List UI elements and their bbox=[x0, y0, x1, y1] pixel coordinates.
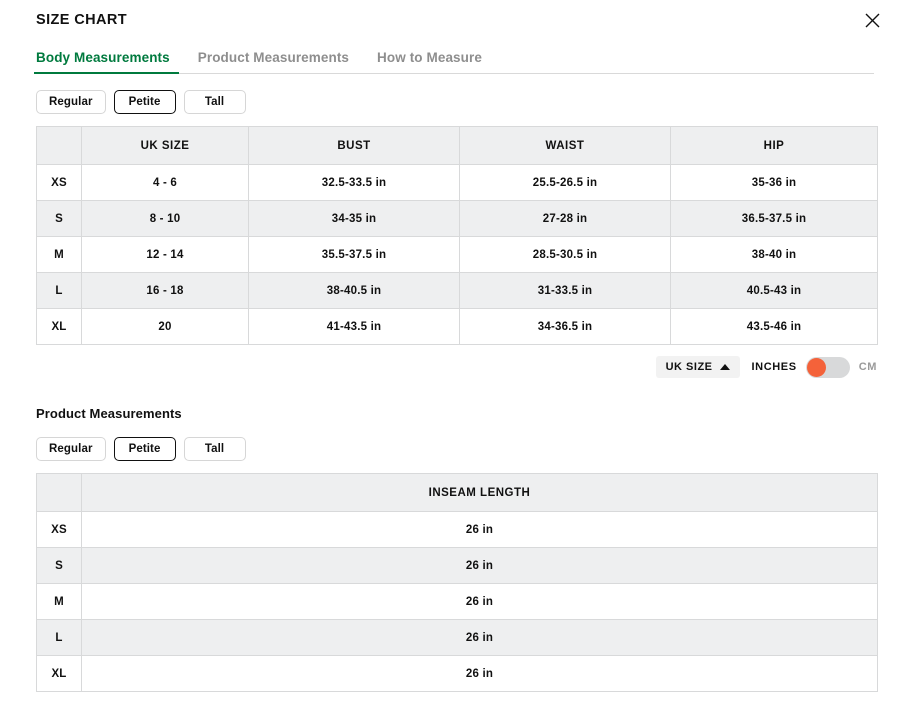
cell-size: S bbox=[36, 200, 82, 237]
product-measurements-table-wrap: INSEAM LENGTH XS 26 in S 26 in M 26 in L bbox=[36, 473, 878, 692]
cell-inseam: 26 in bbox=[81, 583, 878, 620]
table-header-row: UK SIZE BUST WAIST HIP bbox=[36, 126, 878, 165]
table-row: M 26 in bbox=[36, 583, 878, 620]
cell-waist: 28.5-30.5 in bbox=[459, 236, 671, 273]
column-header-blank bbox=[36, 473, 82, 512]
tab-product-measurements[interactable]: Product Measurements bbox=[184, 50, 363, 73]
cell-waist: 25.5-26.5 in bbox=[459, 164, 671, 201]
cell-size: M bbox=[36, 583, 82, 620]
table-row: XL 20 41-43.5 in 34-36.5 in 43.5-46 in bbox=[36, 308, 878, 345]
cell-size: XS bbox=[36, 511, 82, 548]
cell-hip: 43.5-46 in bbox=[670, 308, 878, 345]
cell-waist: 34-36.5 in bbox=[459, 308, 671, 345]
size-system-dropdown[interactable]: UK SIZE bbox=[655, 356, 740, 378]
page-title: SIZE CHART bbox=[36, 12, 127, 28]
cell-inseam: 26 in bbox=[81, 547, 878, 584]
close-icon-glyph bbox=[865, 13, 879, 27]
cell-uk-size: 12 - 14 bbox=[81, 236, 249, 273]
table-row: S 26 in bbox=[36, 547, 878, 584]
table-row: L 26 in bbox=[36, 619, 878, 656]
cell-uk-size: 16 - 18 bbox=[81, 272, 249, 309]
unit-label-inches: INCHES bbox=[751, 361, 797, 373]
table-row: M 12 - 14 35.5-37.5 in 28.5-30.5 in 38-4… bbox=[36, 236, 878, 273]
product-measurements-heading: Product Measurements bbox=[36, 406, 182, 421]
measurement-controls: UK SIZE INCHES CM bbox=[0, 354, 877, 380]
cell-inseam: 26 in bbox=[81, 511, 878, 548]
toggle-knob bbox=[806, 357, 826, 377]
table-body: XS 26 in S 26 in M 26 in L 26 in XL 26 i… bbox=[36, 511, 878, 692]
tab-how-to-measure[interactable]: How to Measure bbox=[363, 50, 496, 73]
table-row: L 16 - 18 38-40.5 in 31-33.5 in 40.5-43 … bbox=[36, 272, 878, 309]
product-fit-option-regular[interactable]: Regular bbox=[36, 437, 106, 461]
column-header-blank bbox=[36, 126, 82, 165]
table-body: XS 4 - 6 32.5-33.5 in 25.5-26.5 in 35-36… bbox=[36, 164, 878, 345]
cell-inseam: 26 in bbox=[81, 655, 878, 692]
cell-size: XS bbox=[36, 164, 82, 201]
cell-hip: 38-40 in bbox=[670, 236, 878, 273]
cell-size: M bbox=[36, 236, 82, 273]
size-system-label: UK SIZE bbox=[665, 361, 713, 373]
size-chart-modal: SIZE CHART Body Measurements Product Mea… bbox=[0, 0, 910, 719]
cell-inseam: 26 in bbox=[81, 619, 878, 656]
body-measurements-table-wrap: UK SIZE BUST WAIST HIP XS 4 - 6 32.5-33.… bbox=[36, 126, 878, 345]
column-header-bust: BUST bbox=[248, 126, 460, 165]
cell-waist: 31-33.5 in bbox=[459, 272, 671, 309]
column-header-inseam-length: INSEAM LENGTH bbox=[81, 473, 878, 512]
fit-option-tall[interactable]: Tall bbox=[183, 90, 246, 114]
table-row: XS 26 in bbox=[36, 511, 878, 548]
table-row: XL 26 in bbox=[36, 655, 878, 692]
cell-bust: 34-35 in bbox=[248, 200, 460, 237]
cell-bust: 35.5-37.5 in bbox=[248, 236, 460, 273]
table-head: INSEAM LENGTH bbox=[36, 473, 878, 512]
modal-header: SIZE CHART bbox=[0, 0, 910, 38]
fit-option-regular[interactable]: Regular bbox=[36, 90, 106, 114]
table-row: S 8 - 10 34-35 in 27-28 in 36.5-37.5 in bbox=[36, 200, 878, 237]
cell-hip: 35-36 in bbox=[670, 164, 878, 201]
unit-toggle[interactable] bbox=[805, 356, 850, 378]
cell-uk-size: 20 bbox=[81, 308, 249, 345]
unit-label-cm: CM bbox=[858, 361, 877, 373]
cell-size: L bbox=[36, 619, 82, 656]
cell-waist: 27-28 in bbox=[459, 200, 671, 237]
product-fit-option-tall[interactable]: Tall bbox=[183, 437, 246, 461]
product-fit-selector: Regular Petite Tall bbox=[36, 437, 910, 461]
cell-size: XL bbox=[36, 308, 82, 345]
cell-size: XL bbox=[36, 655, 82, 692]
cell-uk-size: 4 - 6 bbox=[81, 164, 249, 201]
close-icon[interactable] bbox=[858, 6, 886, 34]
caret-up-icon bbox=[719, 364, 730, 370]
cell-bust: 41-43.5 in bbox=[248, 308, 460, 345]
cell-bust: 32.5-33.5 in bbox=[248, 164, 460, 201]
body-measurements-table: UK SIZE BUST WAIST HIP XS 4 - 6 32.5-33.… bbox=[36, 126, 878, 345]
cell-hip: 36.5-37.5 in bbox=[670, 200, 878, 237]
column-header-uk-size: UK SIZE bbox=[81, 126, 249, 165]
cell-hip: 40.5-43 in bbox=[670, 272, 878, 309]
cell-size: S bbox=[36, 547, 82, 584]
table-header-row: INSEAM LENGTH bbox=[36, 473, 878, 512]
fit-option-petite[interactable]: Petite bbox=[113, 90, 176, 114]
cell-size: L bbox=[36, 272, 82, 309]
column-header-hip: HIP bbox=[670, 126, 878, 165]
table-row: XS 4 - 6 32.5-33.5 in 25.5-26.5 in 35-36… bbox=[36, 164, 878, 201]
body-fit-selector: Regular Petite Tall bbox=[36, 90, 910, 114]
tab-body-measurements[interactable]: Body Measurements bbox=[34, 50, 184, 74]
table-head: UK SIZE BUST WAIST HIP bbox=[36, 126, 878, 165]
tab-bar: Body Measurements Product Measurements H… bbox=[34, 44, 874, 74]
product-measurements-table: INSEAM LENGTH XS 26 in S 26 in M 26 in L bbox=[36, 473, 878, 692]
column-header-waist: WAIST bbox=[459, 126, 671, 165]
cell-uk-size: 8 - 10 bbox=[81, 200, 249, 237]
unit-toggle-group: INCHES CM bbox=[751, 356, 877, 378]
product-fit-option-petite[interactable]: Petite bbox=[113, 437, 176, 461]
cell-bust: 38-40.5 in bbox=[248, 272, 460, 309]
